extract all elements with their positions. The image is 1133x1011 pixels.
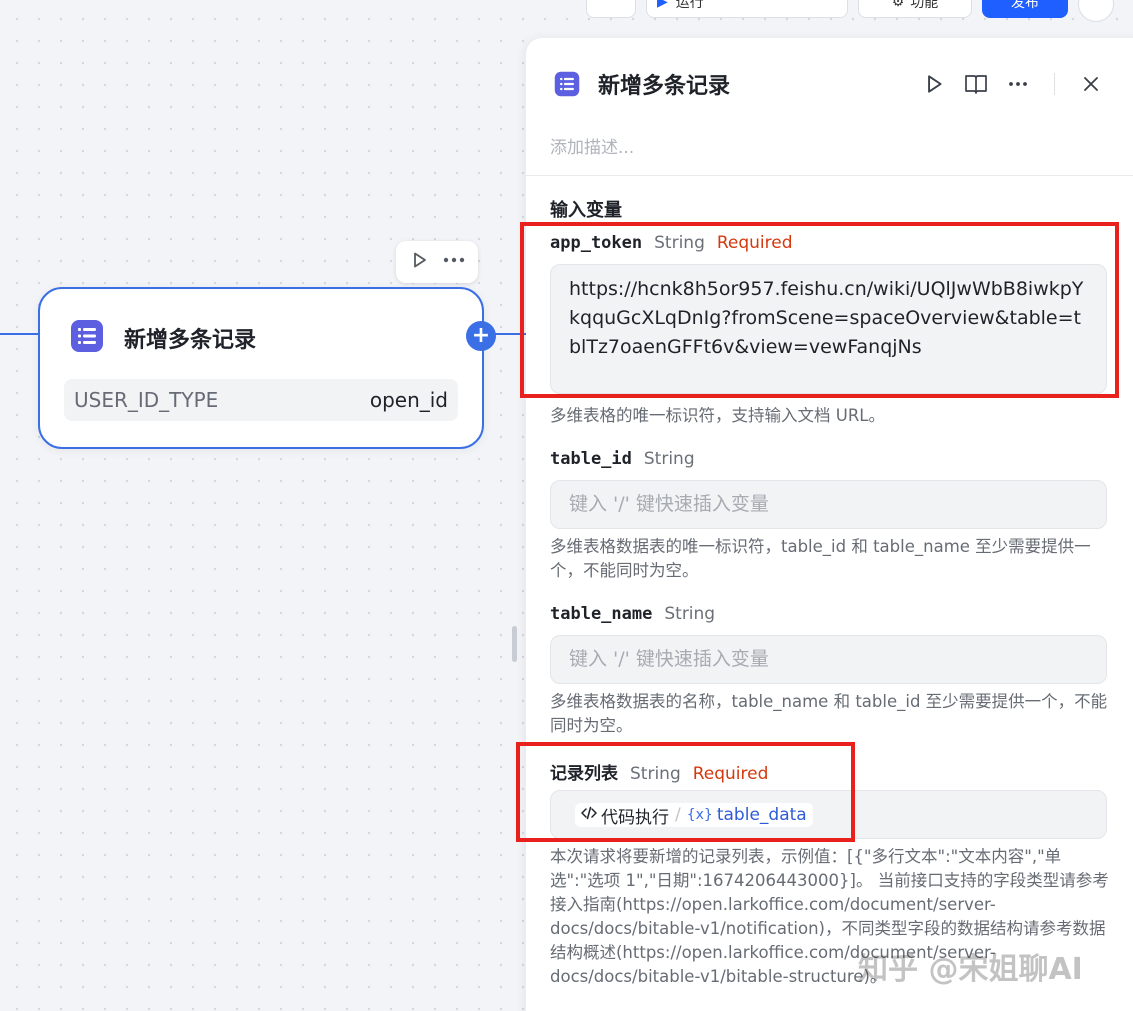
- book-icon[interactable]: [962, 70, 990, 98]
- play-icon[interactable]: [409, 250, 429, 274]
- panel-header-actions: [920, 70, 1119, 98]
- function-icon: ⚙: [891, 0, 905, 10]
- top-toolbar: ▶ 运行 ⚙ 功能 发布: [586, 0, 1114, 22]
- field-hint: 多维表格的唯一标识符，支持输入文档 URL。: [550, 406, 885, 425]
- play-icon: ▶: [657, 0, 668, 10]
- node-param-value: open_id: [369, 388, 448, 412]
- annotation-box-records: [516, 742, 855, 842]
- node-config-panel: 新增多条记录 添加描述... 输入变量 app_token String Req…: [526, 38, 1133, 1011]
- annotation-box-app-token: [520, 222, 1119, 398]
- watermark: 知乎 @宋姐聊AI: [858, 952, 1083, 987]
- plus-icon[interactable]: +: [466, 321, 496, 351]
- panel-resize-handle[interactable]: [512, 626, 517, 662]
- more-icon[interactable]: [442, 250, 466, 274]
- table-id-input[interactable]: 键入 '/' 键快速插入变量: [550, 480, 1107, 529]
- more-icon[interactable]: [1004, 70, 1032, 98]
- toolbar-square-button[interactable]: [586, 0, 636, 18]
- field-label-table-id: table_id String: [550, 449, 695, 469]
- field-hint: 多维表格数据表的名称，table_name 和 table_id 至少需要提供一…: [550, 692, 1108, 735]
- workflow-node[interactable]: 新增多条记录 USER_ID_TYPE open_id: [38, 287, 484, 449]
- run-button[interactable]: ▶ 运行: [646, 0, 848, 18]
- doc-list-icon: [554, 71, 580, 97]
- table-name-input[interactable]: 键入 '/' 键快速插入变量: [550, 635, 1107, 684]
- close-icon[interactable]: [1077, 70, 1105, 98]
- play-icon[interactable]: [920, 70, 948, 98]
- panel-header: 新增多条记录: [554, 68, 730, 100]
- doc-list-icon: [70, 319, 104, 357]
- help-icon[interactable]: [1078, 0, 1114, 22]
- node-actions: [396, 241, 478, 283]
- node-header: 新增多条记录: [70, 319, 256, 357]
- header-divider-line: [526, 175, 1133, 176]
- description-input[interactable]: 添加描述...: [550, 133, 634, 158]
- section-title: 输入变量: [550, 200, 622, 221]
- panel-title: 新增多条记录: [598, 74, 731, 99]
- node-param-key: USER_ID_TYPE: [74, 388, 219, 412]
- node-param-row: USER_ID_TYPE open_id: [64, 379, 458, 421]
- field-label-table-name: table_name String: [550, 604, 716, 624]
- incoming-edge: [0, 333, 40, 335]
- publish-button[interactable]: 发布: [982, 0, 1068, 18]
- header-divider: [1054, 73, 1055, 95]
- function-button[interactable]: ⚙ 功能: [858, 0, 972, 18]
- node-title: 新增多条记录: [124, 328, 257, 353]
- field-hint: 多维表格数据表的唯一标识符，table_id 和 table_name 至少需要…: [550, 537, 1091, 580]
- run-label: 运行: [675, 0, 704, 11]
